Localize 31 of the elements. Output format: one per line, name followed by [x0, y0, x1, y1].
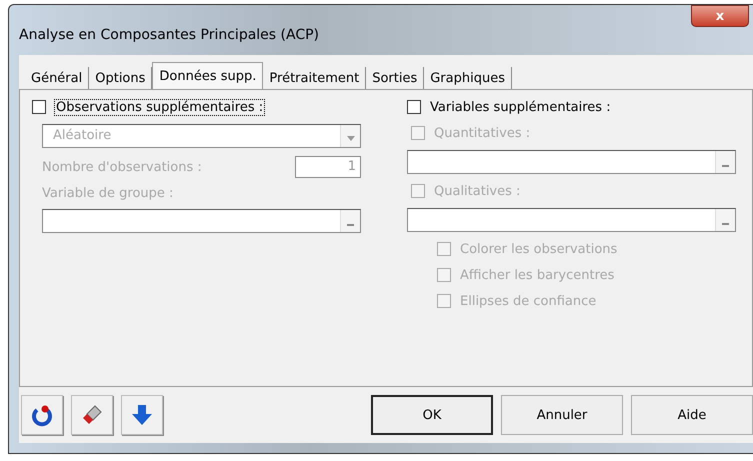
field-label: Variable de groupe :	[42, 186, 174, 201]
reset-button[interactable]	[21, 395, 63, 435]
underscore-icon	[347, 224, 354, 226]
checkbox-label: Qualitatives :	[433, 184, 522, 198]
dialog-button[interactable]: Aide	[631, 395, 753, 435]
checkbox-label: Afficher les barycentres	[459, 268, 616, 282]
checkbox-label: Colorer les observations	[459, 242, 618, 256]
dialog-button[interactable]: OK	[371, 395, 493, 435]
input-field[interactable]	[407, 150, 736, 174]
checkbox-label: Observations supplémentaires :	[54, 98, 266, 116]
checkbox[interactable]	[32, 100, 46, 114]
down-arrow-icon	[130, 403, 154, 427]
checkbox-label: Quantitatives :	[433, 126, 532, 140]
underscore-icon	[722, 165, 729, 167]
input-field[interactable]	[42, 209, 361, 233]
window-title: Analyse en Composantes Principales (ACP)	[19, 27, 320, 43]
dialog-button[interactable]: Annuler	[501, 395, 623, 435]
browse-button[interactable]	[715, 151, 735, 173]
checkbox[interactable]	[407, 100, 421, 114]
browse-button[interactable]	[340, 210, 360, 232]
browse-button[interactable]	[715, 209, 735, 231]
eraser-button[interactable]	[71, 395, 113, 435]
underscore-icon	[722, 223, 729, 225]
tab[interactable]: Données supp.	[152, 62, 264, 89]
checkbox-label: Variables supplémentaires :	[429, 100, 612, 114]
refresh-icon	[30, 403, 54, 427]
field-label: Nombre d'observations :	[42, 160, 202, 174]
input-field[interactable]	[407, 208, 736, 232]
checkbox-label: Ellipses de confiance	[459, 294, 598, 308]
dropdown-arrow-icon	[346, 136, 354, 141]
down-button[interactable]	[121, 395, 163, 435]
